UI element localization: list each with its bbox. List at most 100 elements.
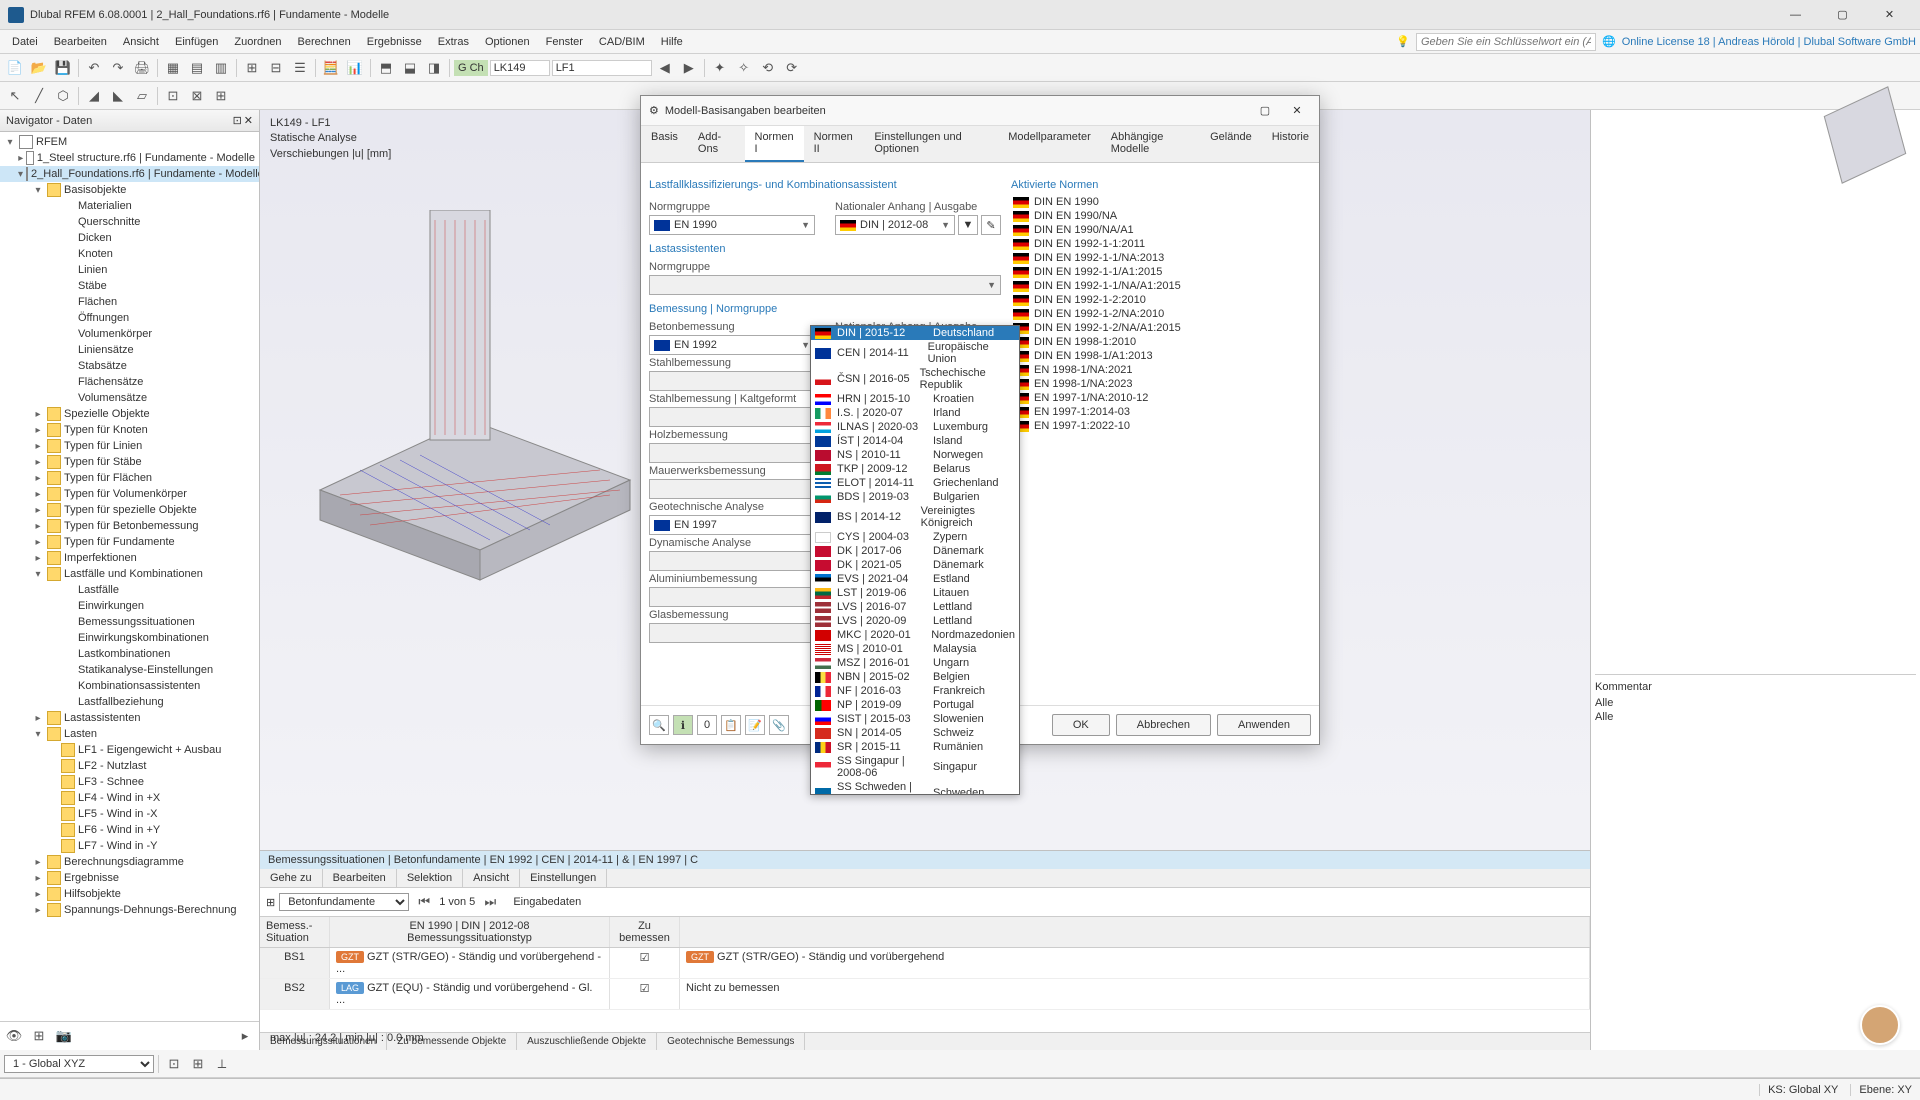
normgruppe-select[interactable]: EN 1990▼ — [649, 215, 815, 235]
menu-zuordnen[interactable]: Zuordnen — [226, 33, 289, 51]
open-icon[interactable]: 📂 — [28, 57, 50, 79]
tb-btn[interactable]: ▱ — [131, 85, 153, 107]
dropdown-item[interactable]: EVS | 2021-04Estland — [811, 572, 1019, 586]
bottom-tab[interactable]: Selektion — [397, 869, 463, 887]
bottom-subtab[interactable]: Auszuschließende Objekte — [517, 1033, 657, 1050]
tb-btn[interactable]: ⊞ — [187, 1053, 209, 1075]
tb-btn[interactable]: ⊡ — [162, 85, 184, 107]
dialog-tab[interactable]: Normen II — [804, 126, 865, 162]
close-icon[interactable]: ✕ — [244, 114, 253, 127]
tree-item[interactable]: Flächensätze — [0, 374, 259, 390]
close-button[interactable]: ✕ — [1867, 3, 1912, 27]
nav-view-icon[interactable]: 👁 — [3, 1025, 25, 1047]
dropdown-item[interactable]: LST | 2019-06Litauen — [811, 586, 1019, 600]
note-icon[interactable]: 📝 — [745, 715, 765, 735]
table-row[interactable]: BS2LAG GZT (EQU) - Ständig und vorüberge… — [260, 979, 1590, 1010]
dropdown-item[interactable]: SS Schweden | 2014-12Schweden — [811, 780, 1019, 795]
dialog-tab[interactable]: Gelände — [1200, 126, 1262, 162]
tree-item[interactable]: Lastkombinationen — [0, 646, 259, 662]
menu-berechnen[interactable]: Berechnen — [290, 33, 359, 51]
dropdown-item[interactable]: SR | 2015-11Rumänien — [811, 740, 1019, 754]
bottom-tab[interactable]: Bearbeiten — [323, 869, 397, 887]
tree-item[interactable]: ▸Typen für spezielle Objekte — [0, 502, 259, 518]
dropdown-item[interactable]: ÍST | 2014-04Island — [811, 434, 1019, 448]
tree-item[interactable]: ▸Typen für Linien — [0, 438, 259, 454]
tree-item[interactable]: Volumensätze — [0, 390, 259, 406]
menu-einfügen[interactable]: Einfügen — [167, 33, 226, 51]
tree-item[interactable]: LF6 - Wind in +Y — [0, 822, 259, 838]
tree-item[interactable]: ▸Typen für Stäbe — [0, 454, 259, 470]
dialog-tab[interactable]: Modellparameter — [998, 126, 1101, 162]
dialog-tab[interactable]: Basis — [641, 126, 688, 162]
tree-item[interactable]: Lastfälle — [0, 582, 259, 598]
coord-select[interactable]: 1 - Global XYZ — [4, 1055, 154, 1073]
table-row[interactable]: BS1GZT GZT (STR/GEO) - Ständig und vorüb… — [260, 948, 1590, 979]
tree-item[interactable]: Lastfallbeziehung — [0, 694, 259, 710]
edit-icon[interactable]: ✎ — [981, 215, 1001, 235]
tree-item[interactable]: Öffnungen — [0, 310, 259, 326]
tb-btn[interactable]: ⬓ — [399, 57, 421, 79]
dialog-tab[interactable]: Einstellungen und Optionen — [864, 126, 998, 162]
tb-btn[interactable]: ✦ — [709, 57, 731, 79]
dropdown-item[interactable]: MS | 2010-01Malaysia — [811, 642, 1019, 656]
tree-item[interactable]: ▾RFEM — [0, 134, 259, 150]
tb-btn[interactable]: ⊞ — [210, 85, 232, 107]
next-icon[interactable]: ▶ — [678, 57, 700, 79]
tree-item[interactable]: LF7 - Wind in -Y — [0, 838, 259, 854]
last-icon[interactable]: ⏭ — [479, 891, 501, 913]
lf-input[interactable] — [552, 60, 652, 76]
tree-item[interactable]: ▸1_Steel structure.rf6 | Fundamente - Mo… — [0, 150, 259, 166]
navigator-tree[interactable]: ▾RFEM▸1_Steel structure.rf6 | Fundamente… — [0, 132, 259, 1021]
dropdown-item[interactable]: ČSN | 2016-05Tschechische Republik — [811, 366, 1019, 392]
menu-fenster[interactable]: Fenster — [538, 33, 591, 51]
tree-item[interactable]: Bemessungssituationen — [0, 614, 259, 630]
redo-icon[interactable]: ↷ — [107, 57, 129, 79]
dropdown-item[interactable]: MSZ | 2016-01Ungarn — [811, 656, 1019, 670]
dropdown-item[interactable]: NBN | 2015-02Belgien — [811, 670, 1019, 684]
nav-more-icon[interactable]: ▸ — [234, 1025, 256, 1047]
dialog-tab[interactable]: Historie — [1262, 126, 1319, 162]
new-icon[interactable]: 📄 — [4, 57, 26, 79]
tb-btn[interactable]: ◢ — [83, 85, 105, 107]
cancel-button[interactable]: Abbrechen — [1116, 714, 1211, 736]
tb-btn[interactable]: ⟳ — [781, 57, 803, 79]
tree-item[interactable]: ▸Imperfektionen — [0, 550, 259, 566]
menu-cad/bim[interactable]: CAD/BIM — [591, 33, 653, 51]
apply-button[interactable]: Anwenden — [1217, 714, 1311, 736]
help-icon[interactable]: 🔍 — [649, 715, 669, 735]
dialog-close[interactable]: ✕ — [1283, 100, 1311, 122]
bottom-tab[interactable]: Einstellungen — [520, 869, 607, 887]
menu-datei[interactable]: Datei — [4, 33, 46, 51]
tree-item[interactable]: Stäbe — [0, 278, 259, 294]
natanhang-select[interactable]: DIN | 2012-08▼ — [835, 215, 955, 235]
tree-item[interactable]: ▸Spezielle Objekte — [0, 406, 259, 422]
tb-btn[interactable]: ⬒ — [375, 57, 397, 79]
dropdown-item[interactable]: I.S. | 2020-07Irland — [811, 406, 1019, 420]
menu-ansicht[interactable]: Ansicht — [115, 33, 167, 51]
keyword-search[interactable] — [1416, 33, 1596, 51]
tb-btn[interactable]: ▥ — [210, 57, 232, 79]
lk-input[interactable] — [490, 60, 550, 76]
dropdown-item[interactable]: CEN | 2014-11Europäische Union — [811, 340, 1019, 366]
tb-btn[interactable]: ⊠ — [186, 85, 208, 107]
tree-item[interactable]: Flächen — [0, 294, 259, 310]
tb-btn[interactable]: ▦ — [162, 57, 184, 79]
natanhang-dropdown[interactable]: DIN | 2015-12DeutschlandCEN | 2014-11Eur… — [810, 325, 1020, 795]
tb-btn[interactable]: ◣ — [107, 85, 129, 107]
minimize-button[interactable]: — — [1773, 3, 1818, 27]
tb-btn[interactable]: 📊 — [344, 57, 366, 79]
maximize-button[interactable]: ▢ — [1820, 3, 1865, 27]
tree-item[interactable]: Linien — [0, 262, 259, 278]
save-icon[interactable]: 💾 — [52, 57, 74, 79]
print-icon[interactable]: 🖨 — [131, 57, 153, 79]
dropdown-item[interactable]: NF | 2016-03Frankreich — [811, 684, 1019, 698]
undo-icon[interactable]: ↶ — [83, 57, 105, 79]
tree-item[interactable]: Statikanalyse-Einstellungen — [0, 662, 259, 678]
prev-icon[interactable]: ◀ — [654, 57, 676, 79]
dropdown-item[interactable]: BS | 2014-12Vereinigtes Königreich — [811, 504, 1019, 530]
dropdown-item[interactable]: LVS | 2016-07Lettland — [811, 600, 1019, 614]
tree-item[interactable]: LF5 - Wind in -X — [0, 806, 259, 822]
menu-optionen[interactable]: Optionen — [477, 33, 538, 51]
dropdown-item[interactable]: ELOT | 2014-11Griechenland — [811, 476, 1019, 490]
tree-item[interactable]: Liniensätze — [0, 342, 259, 358]
